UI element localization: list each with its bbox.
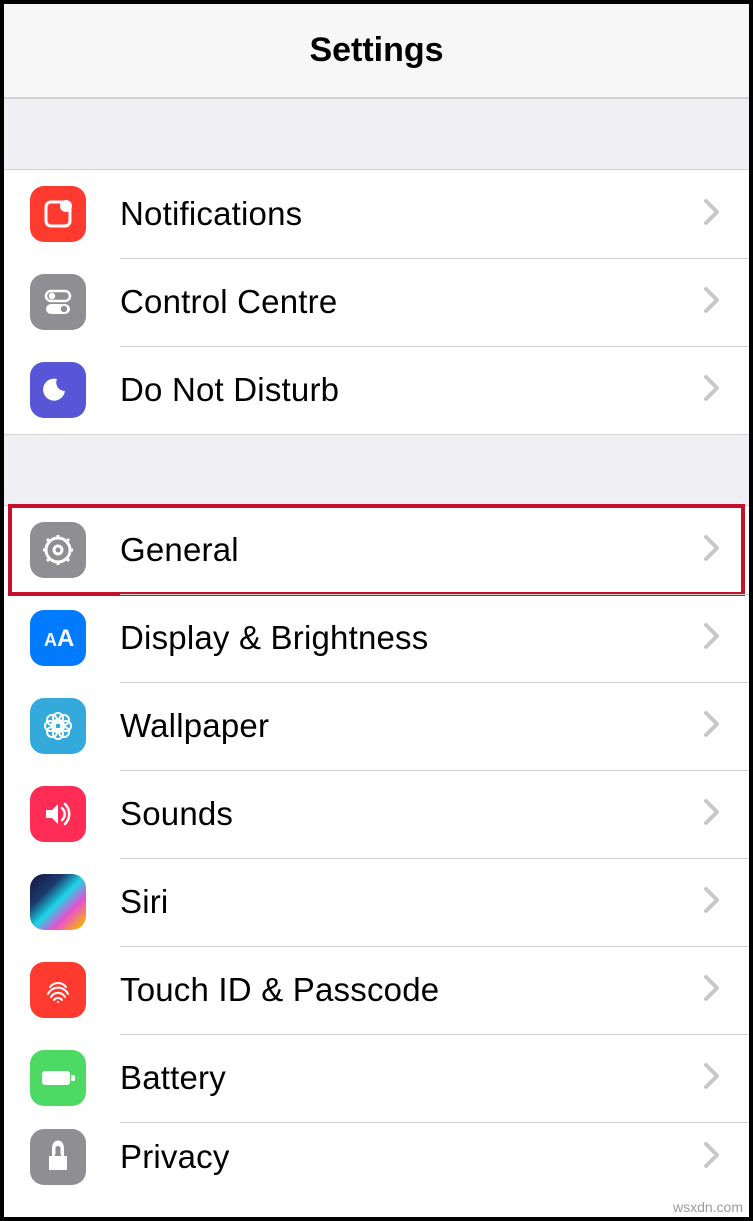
row-label: Sounds <box>120 795 703 833</box>
row-wallpaper[interactable]: Wallpaper <box>4 682 749 770</box>
notifications-icon <box>30 186 86 242</box>
row-notifications[interactable]: Notifications <box>4 170 749 258</box>
row-label: Control Centre <box>120 283 703 321</box>
sounds-icon <box>30 786 86 842</box>
chevron-right-icon <box>703 798 721 831</box>
row-label: Battery <box>120 1059 703 1097</box>
row-display-brightness[interactable]: AA Display & Brightness <box>4 594 749 682</box>
svg-text:A: A <box>57 625 74 652</box>
chevron-right-icon <box>703 198 721 231</box>
watermark: wsxdn.com <box>673 1199 743 1215</box>
row-label: Siri <box>120 883 703 921</box>
privacy-icon <box>30 1129 86 1185</box>
section-gap <box>4 98 749 170</box>
chevron-right-icon <box>703 1141 721 1174</box>
row-do-not-disturb[interactable]: Do Not Disturb <box>4 346 749 434</box>
row-battery[interactable]: Battery <box>4 1034 749 1122</box>
general-icon <box>30 522 86 578</box>
header: Settings <box>4 4 749 98</box>
chevron-right-icon <box>703 622 721 655</box>
control-centre-icon <box>30 274 86 330</box>
row-label: Touch ID & Passcode <box>120 971 703 1009</box>
row-label: Do Not Disturb <box>120 371 703 409</box>
row-label: General <box>120 531 703 569</box>
settings-group-1: General AA Display & Brightness Wallpape… <box>4 506 749 1192</box>
touch-id-icon <box>30 962 86 1018</box>
chevron-right-icon <box>703 286 721 319</box>
chevron-right-icon <box>703 374 721 407</box>
row-label: Privacy <box>120 1138 703 1176</box>
row-sounds[interactable]: Sounds <box>4 770 749 858</box>
chevron-right-icon <box>703 1062 721 1095</box>
svg-text:A: A <box>44 630 57 650</box>
display-brightness-icon: AA <box>30 610 86 666</box>
row-privacy[interactable]: Privacy <box>4 1122 749 1192</box>
section-gap <box>4 434 749 506</box>
row-label: Wallpaper <box>120 707 703 745</box>
row-touch-id-passcode[interactable]: Touch ID & Passcode <box>4 946 749 1034</box>
chevron-right-icon <box>703 534 721 567</box>
wallpaper-icon <box>30 698 86 754</box>
row-label: Display & Brightness <box>120 619 703 657</box>
chevron-right-icon <box>703 886 721 919</box>
row-control-centre[interactable]: Control Centre <box>4 258 749 346</box>
chevron-right-icon <box>703 974 721 1007</box>
battery-icon <box>30 1050 86 1106</box>
chevron-right-icon <box>703 710 721 743</box>
page-title: Settings <box>309 31 443 70</box>
row-siri[interactable]: Siri <box>4 858 749 946</box>
do-not-disturb-icon <box>30 362 86 418</box>
settings-group-0: Notifications Control Centre Do Not Dist… <box>4 170 749 434</box>
row-label: Notifications <box>120 195 703 233</box>
siri-icon <box>30 874 86 930</box>
row-general[interactable]: General <box>4 506 749 594</box>
